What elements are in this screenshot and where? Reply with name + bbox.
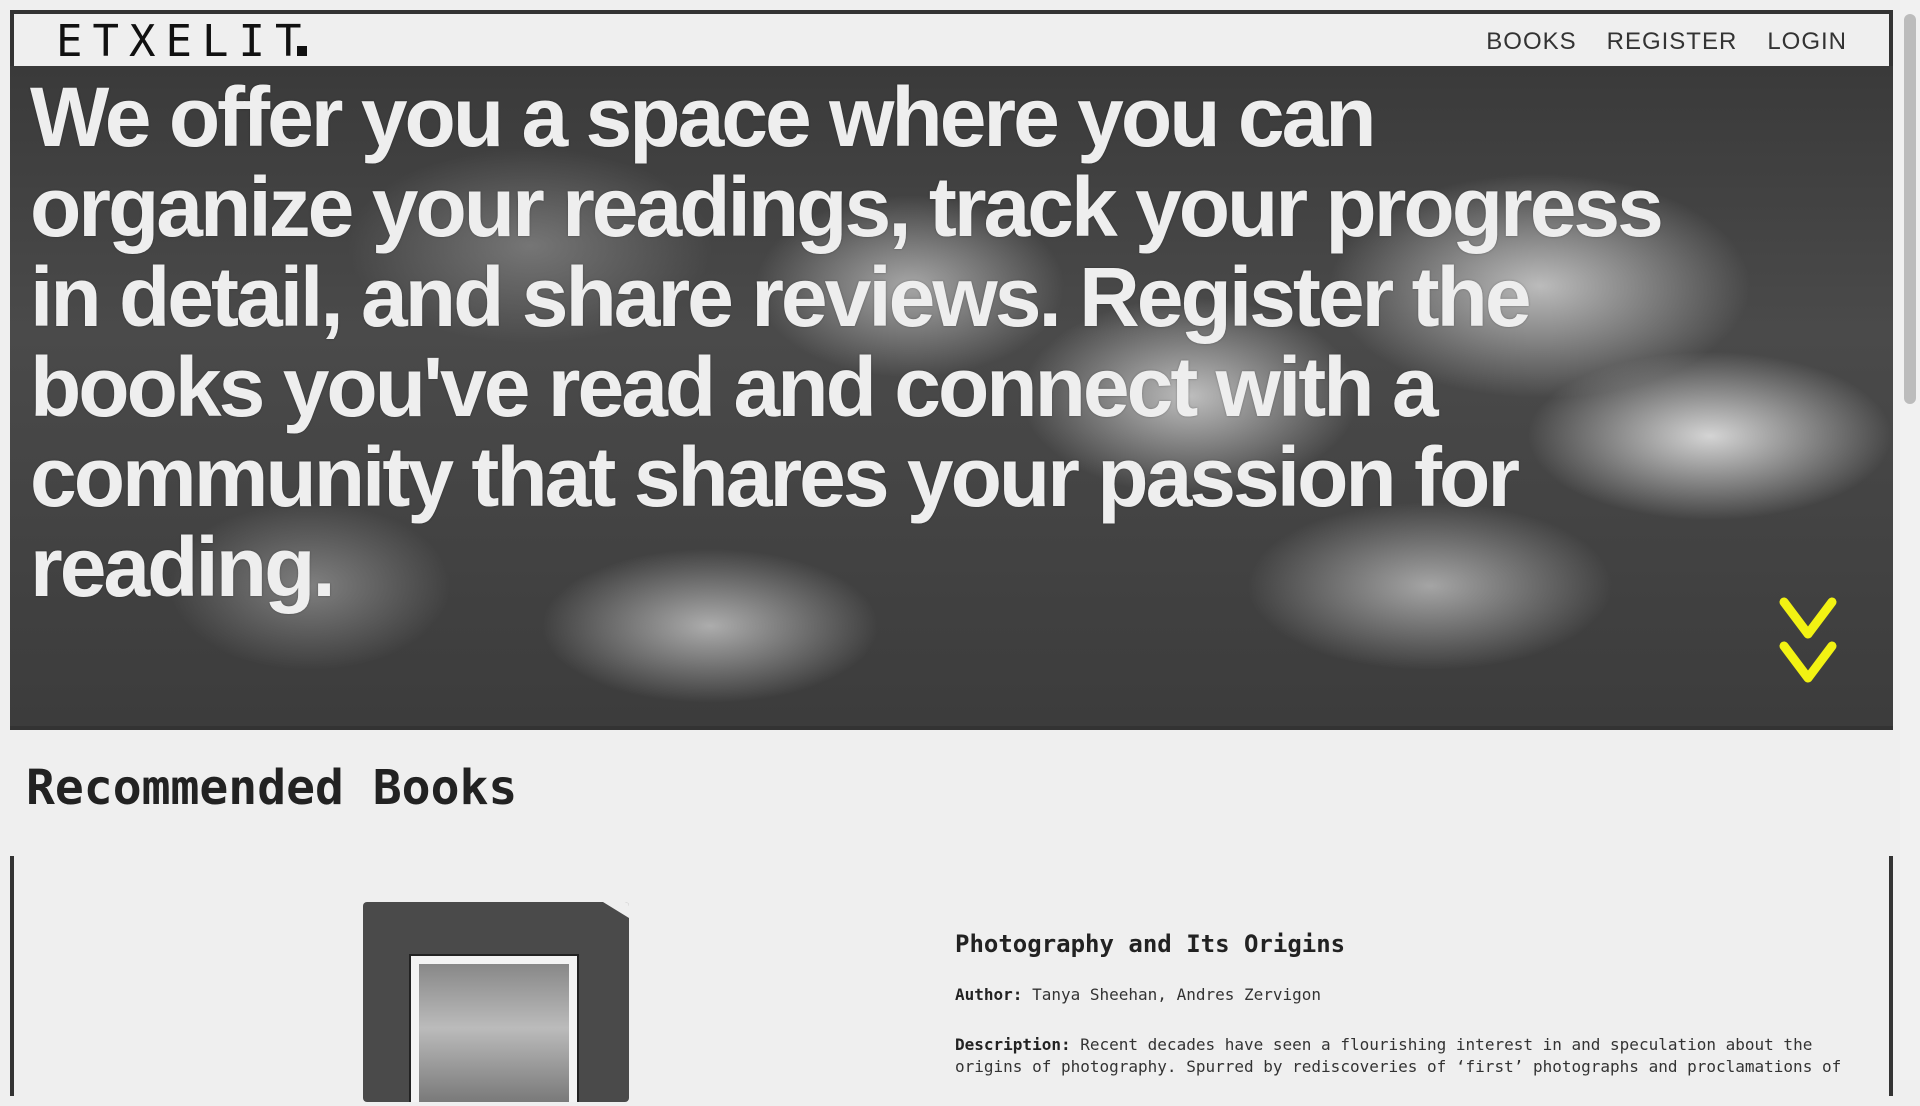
nav-link-login[interactable]: LOGIN (1767, 28, 1847, 56)
double-chevron-down-icon[interactable] (1776, 594, 1840, 694)
book-cover-image[interactable] (363, 902, 629, 1102)
nav-link-books[interactable]: BOOKS (1486, 28, 1576, 56)
author-label: Author: (955, 985, 1023, 1004)
page-scrollbar[interactable] (1900, 0, 1920, 1080)
description-value: Recent decades have seen a flourishing i… (955, 1035, 1842, 1076)
nav-link-register[interactable]: REGISTER (1607, 28, 1738, 56)
page: ETXELIT BOOKS REGISTER LOGIN We offer yo… (10, 10, 1893, 1102)
hero-text: We offer you a space where you can organ… (30, 70, 1664, 614)
cover-corner (603, 902, 629, 918)
section-title-recommended: Recommended Books (26, 760, 518, 816)
description-label: Description: (955, 1035, 1071, 1054)
book-card: Photography and Its Origins Author: Tany… (10, 856, 1893, 1102)
top-navigation-bar: ETXELIT BOOKS REGISTER LOGIN (10, 10, 1893, 66)
logo-mark (297, 46, 307, 56)
hero-banner: We offer you a space where you can organ… (10, 66, 1893, 730)
book-title[interactable]: Photography and Its Origins (955, 930, 1855, 958)
author-value: Tanya Sheehan, Andres Zervigon (1032, 985, 1322, 1004)
site-logo[interactable]: ETXELIT (56, 20, 311, 64)
scrollbar-thumb[interactable] (1904, 14, 1916, 404)
book-author: Author: Tanya Sheehan, Andres Zervigon (955, 984, 1855, 1006)
main-nav: BOOKS REGISTER LOGIN (1486, 28, 1847, 56)
book-description: Description: Recent decades have seen a … (955, 1034, 1855, 1078)
cover-photo-inner (419, 964, 569, 1102)
